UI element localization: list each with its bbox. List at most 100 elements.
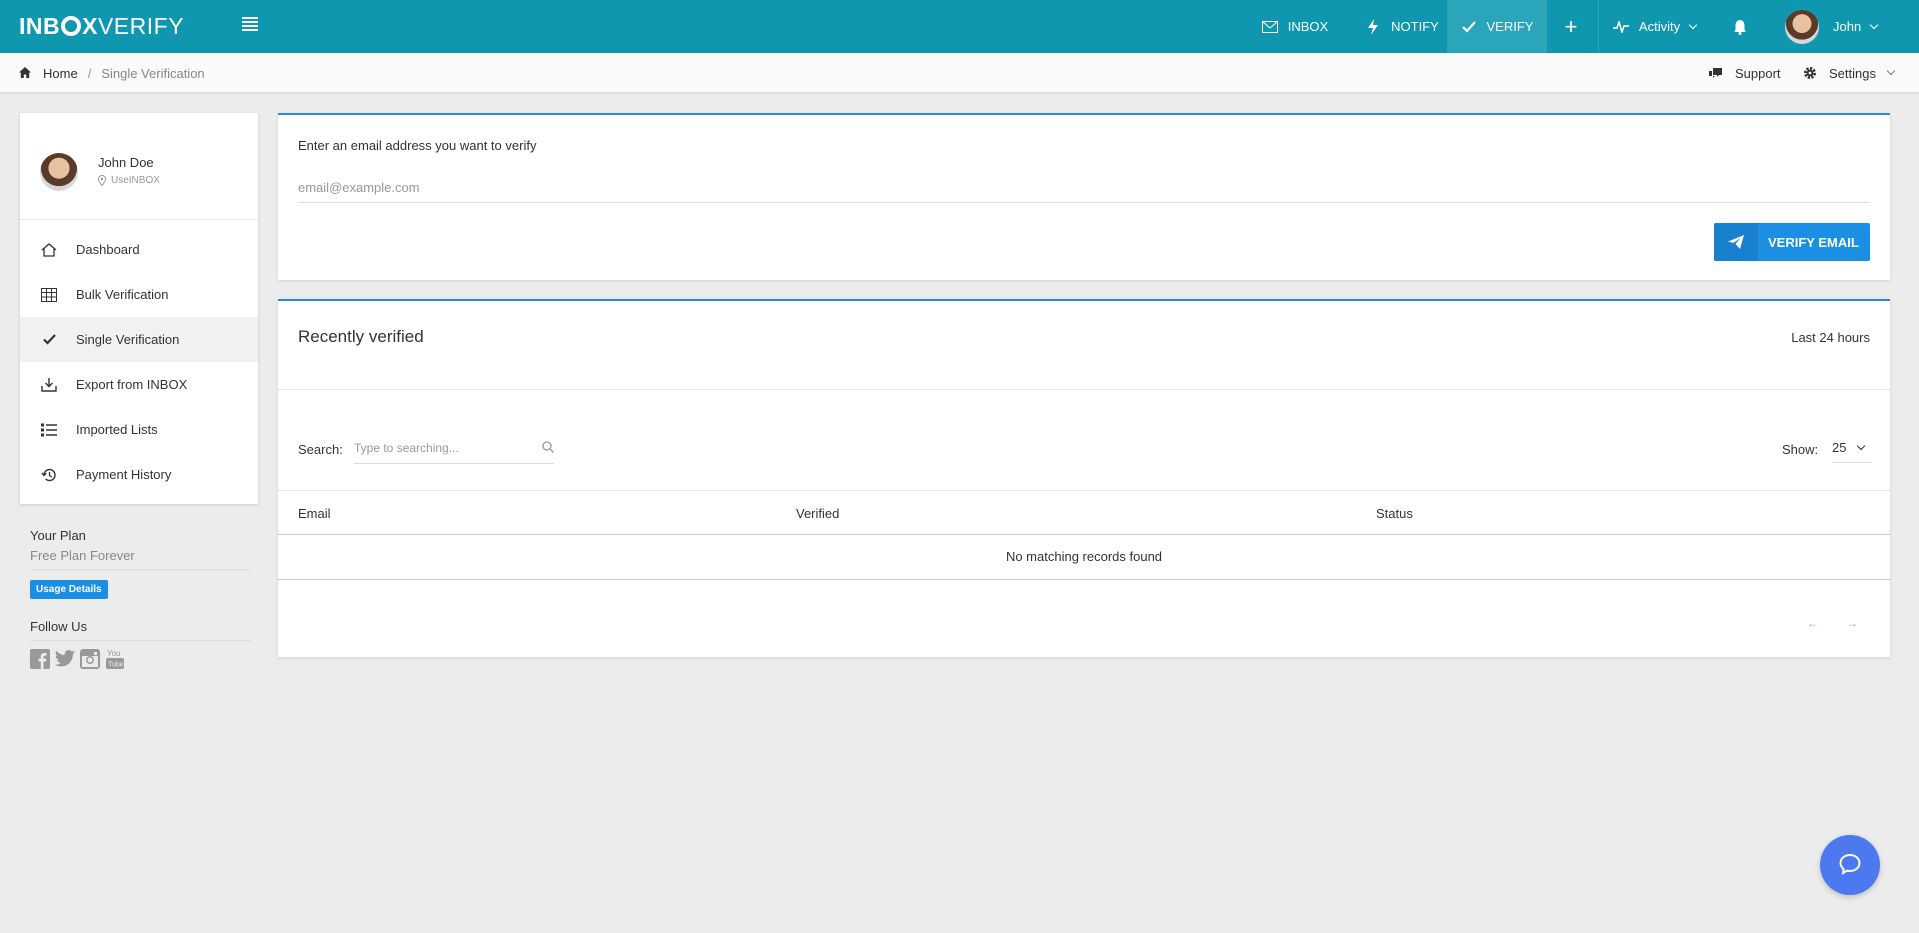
sidebar-item-label: Imported Lists xyxy=(76,422,158,437)
sidebar-item-label: Bulk Verification xyxy=(76,287,169,302)
email-input[interactable] xyxy=(298,173,1870,203)
nav-activity-label: Activity xyxy=(1638,19,1681,34)
support-label: Support xyxy=(1735,65,1781,81)
profile-org: UseINBOX xyxy=(98,175,160,186)
chevron-down-icon xyxy=(1688,20,1698,29)
search-label: Search: xyxy=(298,442,343,457)
verify-email-label: Enter an email address you want to verif… xyxy=(298,138,537,153)
nav-verify-label: VERIFY xyxy=(1486,19,1534,34)
plus-icon: + xyxy=(1564,13,1578,39)
show-label: Show: xyxy=(1782,442,1819,457)
chat-bubble-icon xyxy=(1838,853,1862,878)
search-icon[interactable] xyxy=(542,441,554,456)
profile-org-label: UseINBOX xyxy=(111,175,160,186)
youtube-icon[interactable]: You Tube xyxy=(105,649,125,669)
next-page-button[interactable]: → xyxy=(1846,616,1858,630)
verified-table: Email Verified Status No matching record… xyxy=(278,490,1890,580)
check-icon xyxy=(40,331,58,349)
verify-email-button-label: VERIFY EMAIL xyxy=(1768,234,1859,250)
hamburger-menu-icon[interactable] xyxy=(242,17,258,31)
chevron-down-icon xyxy=(1869,20,1879,29)
recently-verified-title: Recently verified xyxy=(298,327,424,346)
breadcrumb-current: Single Verification xyxy=(101,65,205,81)
usage-details-button[interactable]: Usage Details xyxy=(30,580,108,599)
sidebar-item-label: Single Verification xyxy=(76,332,180,347)
column-header-verified[interactable]: Verified xyxy=(796,506,839,521)
search-field xyxy=(354,434,554,464)
empty-table-message: No matching records found xyxy=(278,535,1890,580)
svg-text:You: You xyxy=(107,649,121,658)
column-header-status[interactable]: Status xyxy=(1376,506,1413,521)
twitter-icon[interactable] xyxy=(55,649,75,669)
nav-verify[interactable]: VERIFY xyxy=(1447,0,1547,53)
chat-launcher-button[interactable] xyxy=(1820,835,1880,895)
nav-notify-label: NOTIFY xyxy=(1391,19,1439,34)
recently-verified-card: Recently verified Last 24 hours Search: … xyxy=(278,299,1890,657)
download-tray-icon xyxy=(40,376,58,394)
sidebar-item-export-from-inbox[interactable]: Export from INBOX xyxy=(20,362,258,407)
settings-label: Settings xyxy=(1829,65,1876,81)
user-name-label: John xyxy=(1833,19,1862,34)
page-size-value: 25 xyxy=(1832,440,1847,455)
follow-us-section: Follow Us You Tube xyxy=(30,619,251,669)
nav-notify[interactable]: NOTIFY xyxy=(1354,0,1450,53)
nav-activity-dropdown[interactable]: Activity xyxy=(1598,0,1710,53)
sidebar: John Doe UseINBOX Dashboard Bulk Verific… xyxy=(20,113,258,504)
instagram-icon[interactable] xyxy=(80,649,100,669)
logo-text-verify: VERIFY xyxy=(97,12,185,39)
history-icon xyxy=(40,466,58,484)
notifications-button[interactable] xyxy=(1725,0,1765,53)
table-icon xyxy=(40,286,58,304)
support-link[interactable]: Support xyxy=(1708,53,1781,93)
logo-text-inb: INB xyxy=(19,12,61,39)
svg-text:Tube: Tube xyxy=(108,662,124,669)
breadcrumb: Home / Single Verification xyxy=(19,53,205,93)
add-button[interactable]: + xyxy=(1550,0,1592,53)
social-links: You Tube xyxy=(30,649,251,669)
column-header-email[interactable]: Email xyxy=(298,506,331,521)
sidebar-item-imported-lists[interactable]: Imported Lists xyxy=(20,407,258,452)
list-icon xyxy=(40,421,58,439)
plan-section: Your Plan Free Plan Forever Usage Detail… xyxy=(30,528,251,599)
sidebar-item-label: Dashboard xyxy=(76,242,140,257)
nav-inbox[interactable]: INBOX xyxy=(1250,0,1340,53)
avatar xyxy=(1785,9,1819,44)
inboxverify-logo[interactable]: INB X VERIFY xyxy=(19,13,184,39)
user-menu-dropdown[interactable]: John xyxy=(1779,0,1895,53)
gear-icon xyxy=(1803,66,1817,80)
search-input[interactable] xyxy=(354,434,524,462)
bell-icon xyxy=(1732,19,1748,35)
check-icon xyxy=(1461,19,1477,35)
logo-text-x: X xyxy=(82,12,98,39)
logo-o-icon xyxy=(61,16,82,36)
plan-name: Free Plan Forever xyxy=(30,548,251,570)
sidebar-item-label: Payment History xyxy=(76,467,172,482)
nav-inbox-label: INBOX xyxy=(1287,19,1329,34)
sidebar-item-single-verification[interactable]: Single Verification xyxy=(20,317,258,362)
breadcrumb-bar: Home / Single Verification Support Setti… xyxy=(0,53,1919,93)
previous-page-button[interactable]: ← xyxy=(1807,616,1819,630)
envelope-icon xyxy=(1261,19,1278,35)
sidebar-item-bulk-verification[interactable]: Bulk Verification xyxy=(20,272,258,317)
pulse-icon xyxy=(1612,19,1629,35)
top-navbar: INB X VERIFY INBOX NOTIFY VERIFY + Activ… xyxy=(0,0,1919,53)
table-header: Email Verified Status xyxy=(278,490,1890,535)
page-size-select[interactable]: 25 xyxy=(1832,433,1872,463)
home-icon xyxy=(19,66,31,81)
lightning-icon xyxy=(1365,18,1381,35)
sidebar-item-dashboard[interactable]: Dashboard xyxy=(20,227,258,272)
settings-dropdown[interactable]: Settings xyxy=(1803,53,1896,93)
time-range-label: Last 24 hours xyxy=(1791,330,1870,345)
profile-summary: John Doe UseINBOX xyxy=(20,113,258,220)
chat-bubbles-icon xyxy=(1708,67,1723,80)
breadcrumb-separator: / xyxy=(87,65,92,81)
location-pin-icon xyxy=(98,175,106,186)
follow-us-heading: Follow Us xyxy=(30,619,251,641)
breadcrumb-home-link[interactable]: Home xyxy=(43,66,78,81)
verify-email-button[interactable]: VERIFY EMAIL xyxy=(1714,223,1870,261)
divider xyxy=(278,389,1890,390)
facebook-icon[interactable] xyxy=(30,649,50,669)
sidebar-item-label: Export from INBOX xyxy=(76,377,188,392)
sidebar-item-payment-history[interactable]: Payment History xyxy=(20,452,258,497)
plan-heading: Your Plan xyxy=(30,528,86,543)
